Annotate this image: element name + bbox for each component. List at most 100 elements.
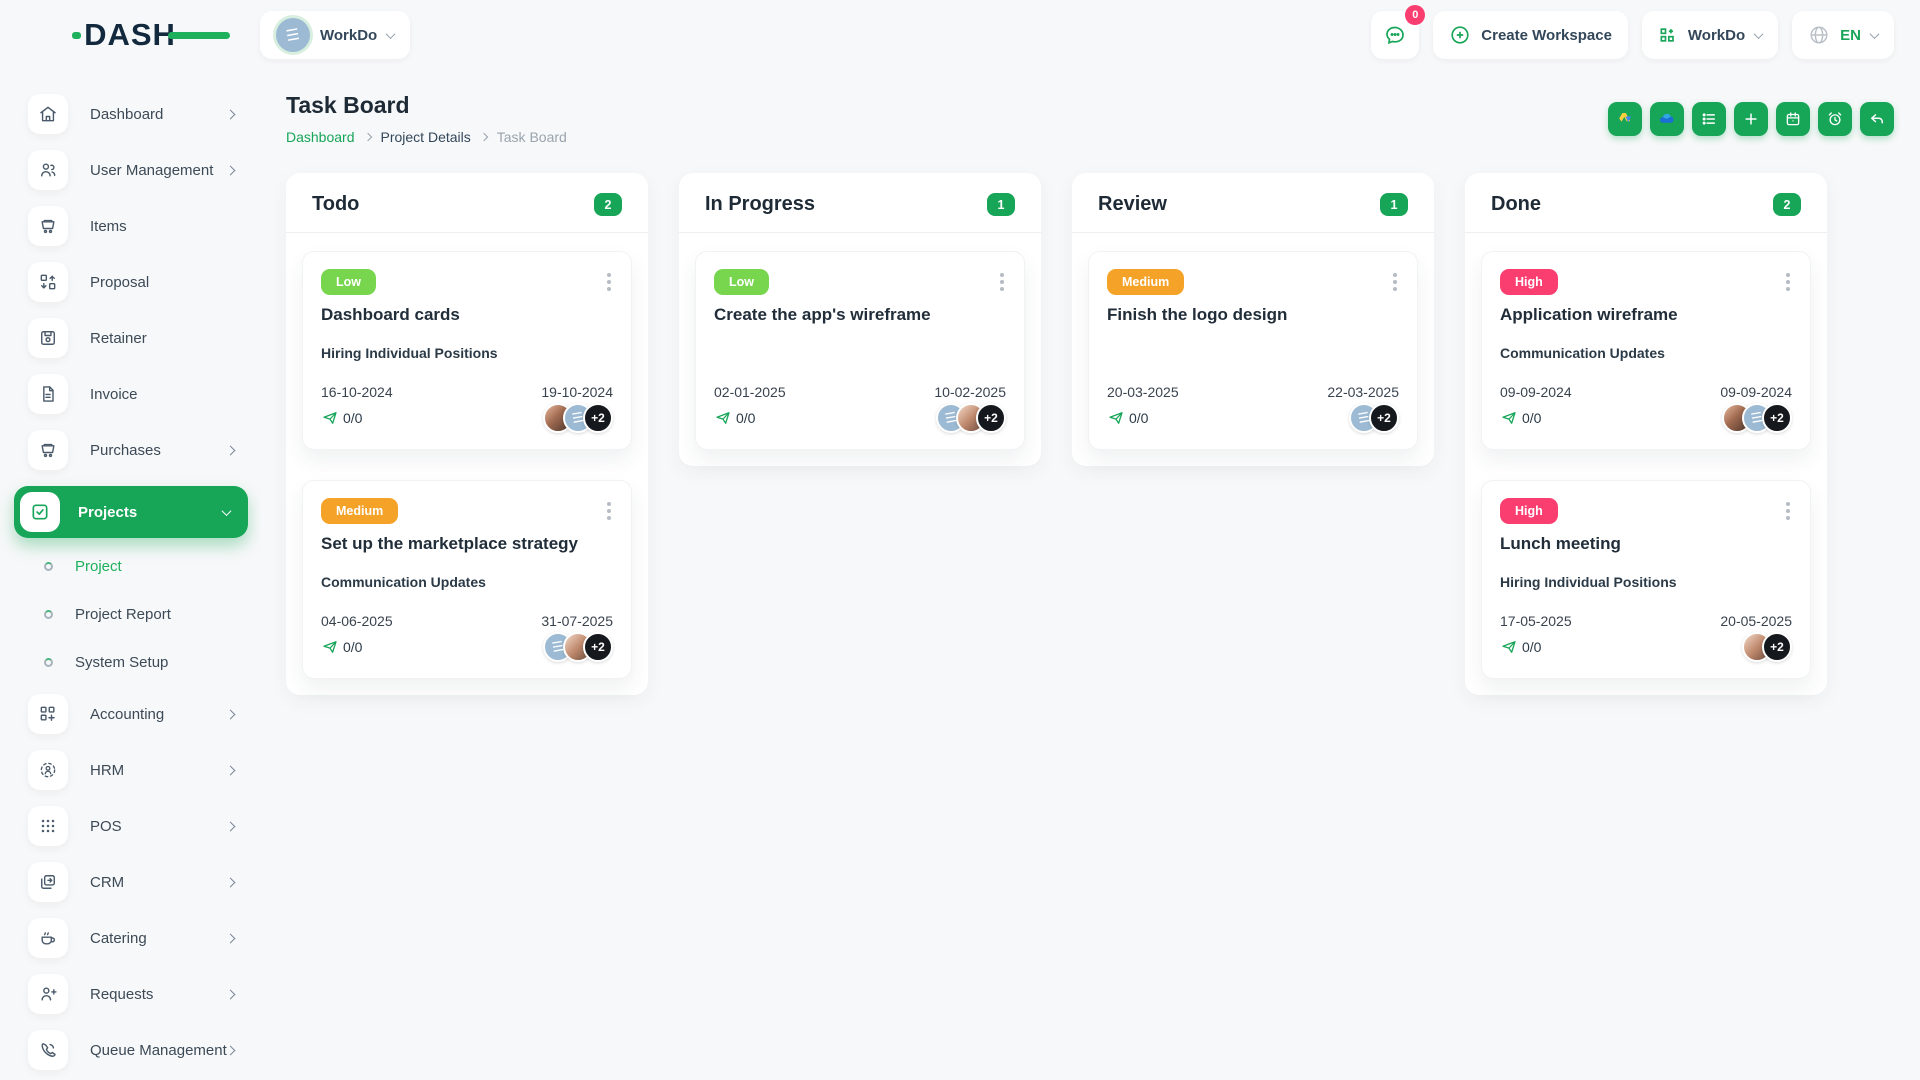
column-done: Done 2 High Application wireframe Commun… [1465,173,1827,695]
card-menu-button[interactable] [605,498,613,524]
column-in-progress: In Progress 1 Low Create the app's wiref… [679,173,1041,466]
task-start-date: 09-09-2024 [1500,384,1572,400]
task-card[interactable]: Medium Finish the logo design 20-03-2025… [1088,251,1418,450]
notification-badge: 0 [1405,5,1426,25]
workspace-selector[interactable]: ☰ WorkDo [260,11,411,59]
add-task-button[interactable] [1734,101,1768,136]
avatar-extra-count: +2 [1762,632,1792,662]
workdo-menu-label: WorkDo [1687,26,1746,44]
topbar: DASH ☰ WorkDo 0 Create Workspace WorkDo … [0,0,1920,70]
card-menu-button[interactable] [1391,269,1399,295]
sidebar-subitem-project[interactable]: Project [44,550,248,582]
column-count-badge: 1 [1380,193,1408,216]
chevron-right-icon [363,132,372,142]
sidebar-item-requests[interactable]: Requests [14,974,248,1014]
calendar-button[interactable] [1776,101,1810,136]
task-end-date: 09-09-2024 [1720,384,1792,400]
send-icon [1502,412,1516,424]
assignee-avatars[interactable]: ☰ +2 [543,403,613,433]
grid-plus-icon [1660,28,1674,42]
sidebar-item-proposal[interactable]: Proposal [14,262,248,302]
sidebar-item-retainer[interactable]: Retainer [14,318,248,358]
breadcrumb-dashboard[interactable]: Dashboard [286,129,355,145]
assignee-avatars[interactable]: ☰ +2 [1349,403,1399,433]
users-icon [28,150,68,190]
assignee-avatars[interactable]: +2 [1742,632,1792,662]
task-card[interactable]: High Lunch meeting Hiring Individual Pos… [1481,480,1811,679]
plus-circle-icon [1451,26,1469,44]
home-icon [28,94,68,134]
board-toolbar [1608,101,1894,136]
task-card[interactable]: Low Create the app's wireframe 02-01-202… [695,251,1025,450]
globe-icon [1810,26,1828,44]
create-workspace-button[interactable]: Create Workspace [1433,11,1628,59]
timer-button[interactable] [1818,101,1852,136]
sidebar-item-crm[interactable]: CRM [14,862,248,902]
card-menu-button[interactable] [998,269,1006,295]
card-menu-button[interactable] [1784,269,1792,295]
chevron-right-icon [225,1045,236,1055]
priority-badge: Medium [321,498,399,524]
coffee-cup-icon [28,918,68,958]
breadcrumb-project-details[interactable]: Project Details [381,129,471,145]
task-start-date: 20-03-2025 [1107,384,1179,400]
task-milestone [714,345,1006,362]
avatar-extra-count: +2 [1369,403,1399,433]
sidebar-item-queue-management[interactable]: Queue Management [14,1030,248,1070]
sidebar-item-user-management[interactable]: User Management [14,150,248,190]
workdo-menu[interactable]: WorkDo [1641,11,1779,59]
task-title: Finish the logo design [1107,305,1288,324]
sidebar-item-projects[interactable]: Projects [14,486,248,538]
sidebar-item-pos[interactable]: POS [14,806,248,846]
language-selector[interactable]: EN [1792,11,1894,59]
task-card[interactable]: Medium Set up the marketplace strategy C… [302,480,632,679]
breadcrumb: Dashboard Project Details Task Board [286,129,567,145]
sidebar-subitem-project-report[interactable]: Project Report [44,598,248,630]
task-end-date: 10-02-2025 [934,384,1006,400]
logo[interactable]: DASH [0,17,260,53]
sidebar-item-label: Queue Management [90,1041,227,1059]
messenger-button[interactable]: 0 [1371,5,1426,59]
card-menu-button[interactable] [605,269,613,295]
task-end-date: 31-07-2025 [541,613,613,629]
grid-plus-icon [28,694,68,734]
task-end-date: 19-10-2024 [541,384,613,400]
sidebar-item-items[interactable]: Items [14,206,248,246]
chevron-right-icon [225,165,236,175]
sidebar-item-dashboard[interactable]: Dashboard [14,94,248,134]
sidebar-item-accounting[interactable]: Accounting [14,694,248,734]
card-menu-button[interactable] [1784,498,1792,524]
task-card[interactable]: Low Dashboard cards Hiring Individual Po… [302,251,632,450]
priority-badge: High [1500,498,1558,524]
send-icon [323,412,337,424]
sidebar-subitem-label: System Setup [75,653,169,671]
sidebar-item-label: HRM [90,761,125,779]
sidebar-item-purchases[interactable]: Purchases [14,430,248,470]
assignee-avatars[interactable]: ☰ +2 [1722,403,1792,433]
sidebar-item-label: Invoice [90,385,138,403]
task-title: Set up the marketplace strategy [321,534,578,553]
task-title: Application wireframe [1500,305,1678,324]
list-icon [1702,112,1715,125]
back-button[interactable] [1860,101,1894,136]
sidebar-item-hrm[interactable]: HRM [14,750,248,790]
task-milestone: Communication Updates [321,574,486,590]
sidebar-item-invoice[interactable]: Invoice [14,374,248,414]
sidebar-item-catering[interactable]: Catering [14,918,248,958]
onedrive-button[interactable] [1650,101,1684,136]
task-card[interactable]: High Application wireframe Communication… [1481,251,1811,450]
swap-grid-icon [28,262,68,302]
google-drive-button[interactable] [1608,101,1642,136]
list-view-button[interactable] [1692,101,1726,136]
priority-badge: Low [714,269,769,295]
sidebar: Dashboard User Management Items Proposal… [0,70,260,1080]
column-count-badge: 1 [987,193,1015,216]
column-todo: Todo 2 Low Dashboard cards Hiring Indivi… [286,173,648,695]
assignee-avatars[interactable]: ☰ +2 [936,403,1006,433]
assignee-avatars[interactable]: ☰ +2 [543,632,613,662]
sidebar-item-label: Retainer [90,329,147,347]
sidebar-subitem-system-setup[interactable]: System Setup [44,646,248,678]
task-title: Create the app's wireframe [714,305,931,324]
chevron-down-icon [385,28,396,39]
chevron-right-icon [225,109,236,119]
